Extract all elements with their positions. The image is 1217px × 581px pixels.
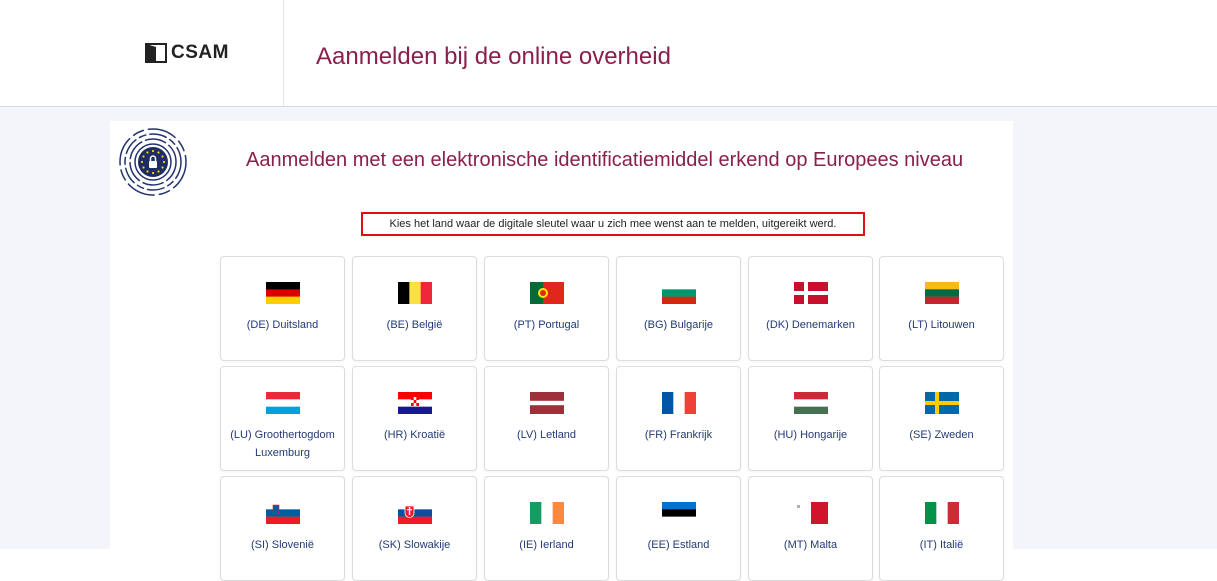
flag-de-icon [265,282,300,309]
country-tile-lv[interactable]: (LV) Letland [484,366,609,471]
instruction-text: Kies het land waar de digitale sleutel w… [361,212,865,236]
logo-text: CSAM [171,42,229,63]
country-label: (FR) Frankrijk [644,429,713,441]
flag-lt-icon [924,282,959,309]
country-label: (EE) Estland [647,539,710,551]
country-label: (HR) Kroatië [383,429,446,441]
flag-lv-icon [529,392,564,419]
csam-door-icon [145,43,167,63]
country-tile-lt[interactable]: (LT) Litouwen [879,256,1004,361]
country-label: (DK) Denemarken [766,319,855,331]
country-tile-ie[interactable]: (IE) Ierland [484,476,609,581]
country-tile-ee[interactable]: (EE) Estland [616,476,741,581]
flag-it-icon [924,502,959,529]
flag-bg-icon [661,282,696,309]
country-tile-fr[interactable]: (FR) Frankrijk [616,366,741,471]
country-label: (IE) Ierland [519,539,574,551]
flag-ee-icon [661,502,696,529]
flag-dk-icon [793,282,828,309]
country-label: (LT) Litouwen [908,319,975,331]
country-tile-be[interactable]: (BE) België [352,256,477,361]
country-tile-dk[interactable]: (DK) Denemarken [748,256,873,361]
country-tile-sk[interactable]: (SK) Slowakije [352,476,477,581]
country-tile-se[interactable]: (SE) Zweden [879,366,1004,471]
flag-se-icon [924,392,959,419]
country-tile-si[interactable]: (SI) Slovenië [220,476,345,581]
country-tile-mt[interactable]: (MT) Malta [748,476,873,581]
flag-ie-icon [529,502,564,529]
country-tile-hr[interactable]: (HR) Kroatië [352,366,477,471]
flag-pt-icon [529,282,564,309]
country-tile-pt[interactable]: (PT) Portugal [484,256,609,361]
country-label: (BE) België [386,319,443,331]
country-tile-de[interactable]: (DE) Duitsland [220,256,345,361]
country-tile-bg[interactable]: (BG) Bulgarije [616,256,741,361]
country-label: (MT) Malta [783,539,838,551]
flag-sk-icon [397,502,432,529]
country-label: (SE) Zweden [909,429,974,441]
flag-fr-icon [661,392,696,419]
flag-lu-icon [265,392,300,419]
flag-hr-icon [397,392,432,419]
flag-mt-icon [793,502,828,529]
eidas-logo-icon [119,128,187,196]
flag-hu-icon [793,392,828,419]
country-label: (IT) Italië [919,539,964,551]
country-label: (SK) Slowakije [378,539,451,551]
country-label: (HU) Hongarije [773,429,848,441]
country-label: (SI) Slovenië [251,539,314,551]
flag-be-icon [397,282,432,309]
csam-logo[interactable]: CSAM [145,42,229,64]
country-label: (BG) Bulgarije [643,319,714,331]
country-label: (DE) Duitsland [246,319,319,331]
page-header: CSAM Aanmelden bij de online overheid [0,0,1217,107]
country-label: (LU) Groothertogdom Luxemburg [230,429,335,459]
country-tile-hu[interactable]: (HU) Hongarije [748,366,873,471]
logo-area: CSAM [0,0,284,106]
country-tile-lu[interactable]: (LU) Groothertogdom Luxemburg [220,366,345,471]
section-title: Aanmelden met een elektronische identifi… [246,149,964,171]
country-label: (LV) Letland [516,429,577,441]
flag-si-icon [265,502,300,529]
country-label: (PT) Portugal [513,319,580,331]
country-tile-it[interactable]: (IT) Italië [879,476,1004,581]
page-title: Aanmelden bij de online overheid [316,43,671,70]
